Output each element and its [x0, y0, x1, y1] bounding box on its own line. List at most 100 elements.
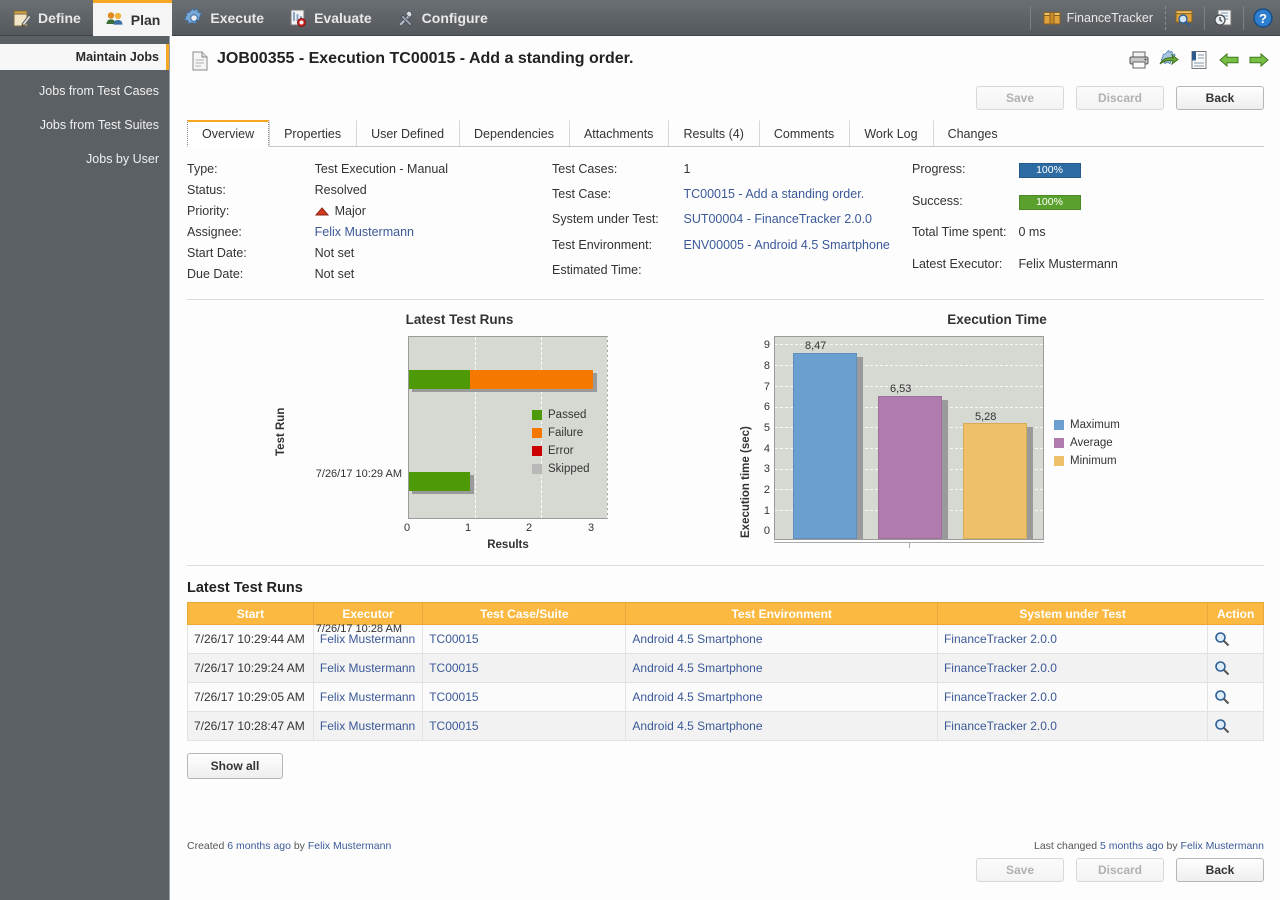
changed-user[interactable]: Felix Mustermann	[1181, 840, 1264, 852]
detail-row-total-time: Total Time spent: 0 ms	[912, 222, 1118, 254]
nav-item-configure[interactable]: Configure	[384, 0, 500, 36]
search-icon[interactable]	[1214, 660, 1257, 676]
tab-work-log[interactable]: Work Log	[849, 120, 933, 146]
cell-test-environment[interactable]: Android 4.5 Smartphone	[625, 624, 938, 654]
detail-row-test-environment: Test Environment: ENV00005 - Android 4.5…	[552, 235, 912, 260]
column-header-executor[interactable]: Executor	[312, 602, 424, 625]
sidebar-item-maintain-jobs[interactable]: Maintain Jobs	[0, 44, 169, 70]
cell-test-case[interactable]: TC00015	[422, 653, 627, 683]
detail-value-assignee[interactable]: Felix Mustermann	[315, 222, 552, 243]
tab-bar: Overview Properties User Defined Depende…	[187, 120, 1264, 147]
detail-label: Progress:	[912, 162, 966, 176]
cell-test-case[interactable]: TC00015	[422, 682, 627, 712]
search-box-icon[interactable]	[1168, 0, 1202, 36]
cell-system-under-test[interactable]: FinanceTracker 2.0.0	[936, 653, 1209, 683]
cell-action[interactable]	[1207, 711, 1264, 741]
charts-row: Latest Test Runs Test Run 7/26/17 10:29 …	[171, 300, 1280, 635]
save-button-top[interactable]: Save	[976, 86, 1064, 110]
table-row[interactable]: 7/26/17 10:29:05 AM Felix Mustermann TC0…	[187, 682, 1264, 712]
chart-ytick-label: 8	[763, 360, 770, 372]
sidebar-item-jobs-from-test-suites[interactable]: Jobs from Test Suites	[0, 112, 169, 138]
tab-results[interactable]: Results (4)	[668, 120, 759, 146]
tab-comments[interactable]: Comments	[758, 120, 850, 146]
chart-legend-latest-test-runs: Passed Failure Error Skipped	[532, 406, 590, 478]
cell-action[interactable]	[1207, 682, 1264, 712]
nav-item-execute[interactable]: Execute	[172, 0, 276, 36]
export-icon[interactable]	[1156, 48, 1182, 72]
chart-ytick-label: 7/26/17 10:29 AM	[315, 468, 402, 480]
nav-item-define[interactable]: Define	[0, 0, 93, 36]
report-icon[interactable]	[1186, 48, 1212, 72]
sidebar-item-jobs-from-test-cases[interactable]: Jobs from Test Cases	[0, 78, 169, 104]
cell-test-environment[interactable]: Android 4.5 Smartphone	[625, 711, 938, 741]
cell-executor[interactable]: Felix Mustermann	[312, 653, 424, 683]
discard-button-top[interactable]: Discard	[1076, 86, 1164, 110]
discard-button-bottom[interactable]: Discard	[1076, 858, 1164, 882]
tab-changes[interactable]: Changes	[932, 120, 1013, 146]
chart-latest-test-runs: Latest Test Runs Test Run 7/26/17 10:29 …	[187, 308, 732, 635]
bar-value-label-average: 6,53	[890, 383, 912, 395]
cell-action[interactable]	[1207, 653, 1264, 683]
detail-label: Status:	[187, 183, 226, 197]
detail-label: System under Test:	[552, 212, 659, 227]
cell-test-case[interactable]: TC00015	[422, 711, 627, 741]
previous-arrow-icon[interactable]	[1216, 48, 1242, 72]
legend-item-maximum: Maximum	[1054, 416, 1120, 434]
cell-system-under-test[interactable]: FinanceTracker 2.0.0	[936, 711, 1209, 741]
column-header-action[interactable]: Action	[1207, 602, 1264, 625]
detail-row-test-cases: Test Cases: 1	[552, 159, 912, 184]
recent-items-icon[interactable]	[1207, 0, 1241, 36]
show-all-button[interactable]: Show all	[187, 753, 283, 779]
divider	[1165, 6, 1166, 30]
tab-dependencies[interactable]: Dependencies	[459, 120, 569, 146]
legend-item-minimum: Minimum	[1054, 452, 1120, 470]
cell-test-environment[interactable]: Android 4.5 Smartphone	[625, 653, 938, 683]
print-icon[interactable]	[1126, 48, 1152, 72]
back-button-bottom[interactable]: Back	[1176, 858, 1264, 882]
created-time[interactable]: 6 months ago	[227, 840, 291, 852]
sidebar: Maintain Jobs Jobs from Test Cases Jobs …	[0, 36, 170, 900]
tab-user-defined[interactable]: User Defined	[356, 120, 460, 146]
table-row[interactable]: 7/26/17 10:28:47 AM Felix Mustermann TC0…	[187, 711, 1264, 741]
nav-item-evaluate[interactable]: Evaluate	[276, 0, 384, 36]
search-icon[interactable]	[1214, 718, 1257, 734]
pencil-notepad-icon	[12, 8, 32, 28]
cell-system-under-test[interactable]: FinanceTracker 2.0.0	[936, 624, 1209, 654]
changed-time[interactable]: 5 months ago	[1100, 840, 1164, 852]
created-user[interactable]: Felix Mustermann	[308, 840, 391, 852]
detail-value-system-under-test[interactable]: SUT00004 - FinanceTracker 2.0.0	[683, 209, 912, 234]
detail-value-estimated-time	[683, 260, 912, 285]
column-header-start[interactable]: Start	[187, 602, 314, 625]
column-header-test-environment[interactable]: Test Environment	[625, 602, 938, 625]
nav-item-plan[interactable]: Plan	[92, 0, 173, 36]
cell-action[interactable]	[1207, 624, 1264, 654]
tab-properties[interactable]: Properties	[269, 120, 357, 146]
search-icon[interactable]	[1214, 689, 1257, 705]
chart-ytick-label: 5	[763, 422, 770, 434]
chart-ylabel-latest-test-runs: Test Run	[275, 407, 287, 456]
save-button-bottom[interactable]: Save	[976, 858, 1064, 882]
column-header-system-under-test[interactable]: System under Test	[936, 602, 1209, 625]
legend-label: Maximum	[1070, 419, 1120, 431]
cell-executor[interactable]: Felix Mustermann	[312, 682, 424, 712]
detail-label: Latest Executor:	[912, 256, 1003, 271]
cell-test-case[interactable]: TC00015	[422, 624, 627, 654]
tab-overview[interactable]: Overview	[187, 120, 270, 147]
table-row[interactable]: 7/26/17 10:29:24 AM Felix Mustermann TC0…	[187, 653, 1264, 683]
chart-ytick-label: 7/26/17 10:28 AM	[315, 623, 402, 635]
cell-test-environment[interactable]: Android 4.5 Smartphone	[625, 682, 938, 712]
bar-segment-failure	[470, 370, 593, 389]
column-header-test-case-suite[interactable]: Test Case/Suite	[422, 602, 627, 625]
back-button-top[interactable]: Back	[1176, 86, 1264, 110]
detail-value-test-case[interactable]: TC00015 - Add a standing order.	[683, 184, 912, 209]
cell-system-under-test[interactable]: FinanceTracker 2.0.0	[936, 682, 1209, 712]
product-selector[interactable]: FinanceTracker	[1033, 0, 1163, 36]
sidebar-item-jobs-by-user[interactable]: Jobs by User	[0, 146, 169, 172]
search-icon[interactable]	[1214, 631, 1257, 647]
cell-executor[interactable]: Felix Mustermann	[312, 711, 424, 741]
next-arrow-icon[interactable]	[1246, 48, 1272, 72]
tab-attachments[interactable]: Attachments	[568, 120, 669, 146]
help-icon[interactable]: ?	[1246, 0, 1280, 36]
created-prefix: Created	[187, 840, 228, 852]
detail-value-test-environment[interactable]: ENV00005 - Android 4.5 Smartphone	[683, 235, 912, 260]
